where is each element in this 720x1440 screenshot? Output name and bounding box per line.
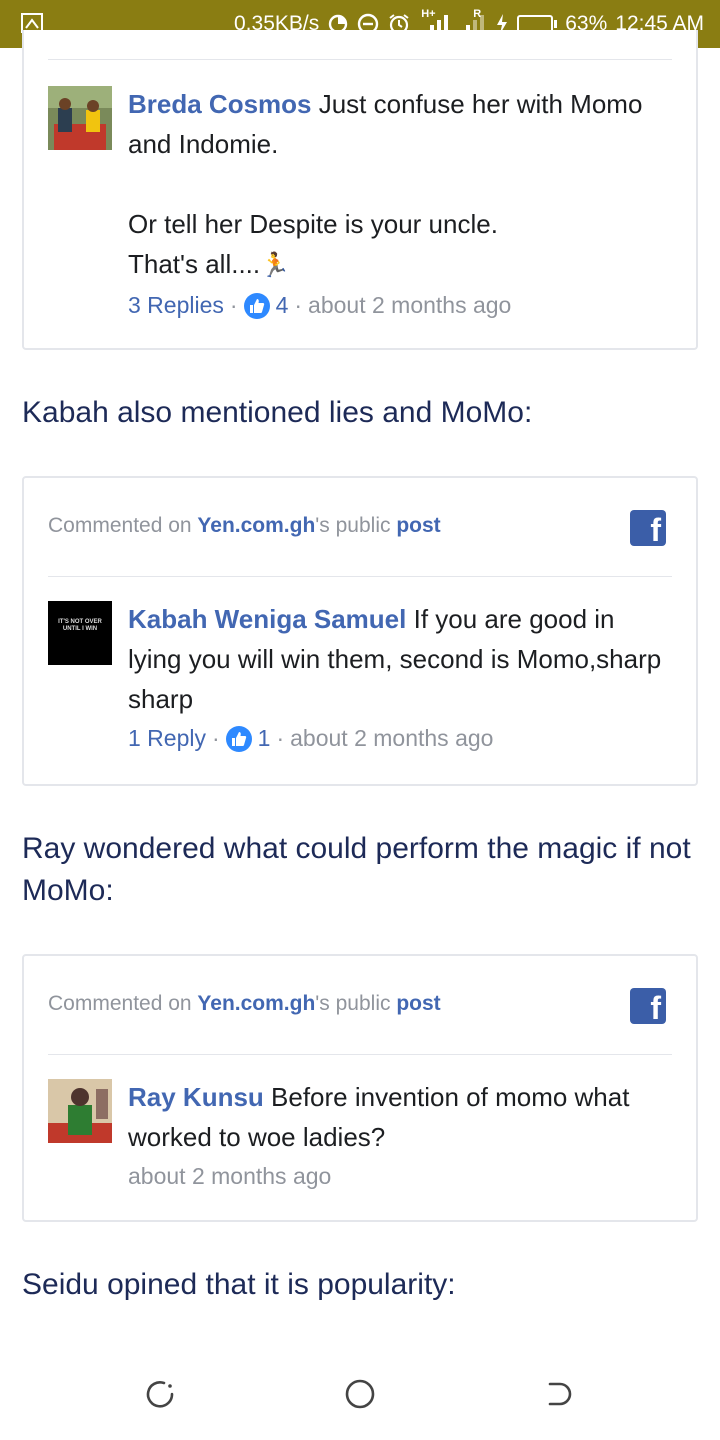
comment-body: Kabah Weniga Samuel If you are good in l…: [128, 599, 672, 719]
facebook-icon[interactable]: f: [630, 510, 666, 546]
like-count: 1: [257, 725, 271, 751]
back-icon[interactable]: [542, 1376, 578, 1412]
commenter-name[interactable]: Kabah Weniga Samuel: [128, 604, 406, 634]
comment-meta: 3 Replies · 4 · about 2 months ago: [128, 292, 512, 319]
facebook-icon[interactable]: f: [630, 988, 666, 1024]
comment: Breda Cosmos Just confuse her with Momo …: [48, 60, 672, 319]
like-icon: [225, 725, 252, 752]
comment: IT'S NOT OVER UNTIL I WIN Kabah Weniga S…: [48, 577, 672, 752]
like-count: 4: [275, 292, 289, 318]
avatar[interactable]: [48, 1079, 112, 1143]
post-link[interactable]: post: [396, 514, 440, 537]
comment-time: about 2 months ago: [308, 292, 512, 318]
navigation-bar: [0, 1350, 720, 1440]
home-icon[interactable]: [342, 1376, 378, 1412]
comment-time: about 2 months ago: [128, 1163, 332, 1189]
post-link[interactable]: post: [396, 992, 440, 1015]
comment-body: Breda Cosmos Just confuse her with Momo …: [128, 84, 672, 286]
running-emoji: 🏃: [260, 252, 291, 279]
replies-link[interactable]: 1 Reply: [128, 725, 206, 752]
commenter-name[interactable]: Ray Kunsu: [128, 1082, 264, 1112]
article-paragraph: Ray wondered what could perform the magi…: [22, 832, 691, 907]
avatar[interactable]: IT'S NOT OVER UNTIL I WIN: [48, 601, 112, 665]
page-link[interactable]: Yen.com.gh: [197, 992, 315, 1015]
like-icon: [243, 292, 270, 319]
facebook-embed-card: Commented on Yen.com.gh's public post f …: [22, 954, 698, 1222]
commenter-name[interactable]: Breda Cosmos: [128, 89, 312, 119]
comment-text-line: Or tell her Despite is your uncle.: [128, 209, 498, 239]
article-paragraph: Seidu opined that it is popularity:: [22, 1268, 456, 1301]
comment-body: Ray Kunsu Before invention of momo what …: [128, 1077, 672, 1157]
embed-header: Commented on Yen.com.gh's public post f: [48, 956, 672, 1055]
facebook-embed-card: Commented on Yen.com.gh's public post f …: [22, 476, 698, 786]
avatar[interactable]: [48, 86, 112, 150]
replies-link[interactable]: 3 Replies: [128, 292, 224, 319]
page-link[interactable]: Yen.com.gh: [197, 514, 315, 537]
comment-meta: 1 Reply · 1 · about 2 months ago: [128, 725, 494, 752]
comment-meta: about 2 months ago: [128, 1163, 672, 1190]
comment-time: about 2 months ago: [290, 725, 494, 751]
embed-header: Commented on Yen.com.gh's public post f: [48, 478, 672, 577]
comment: Ray Kunsu Before invention of momo what …: [48, 1055, 672, 1190]
facebook-embed-card: Breda Cosmos Just confuse her with Momo …: [22, 30, 698, 350]
recent-apps-icon[interactable]: [142, 1376, 178, 1412]
article-paragraph: Kabah also mentioned lies and MoMo:: [22, 396, 533, 429]
comment-text-line: That's all....: [128, 249, 261, 279]
